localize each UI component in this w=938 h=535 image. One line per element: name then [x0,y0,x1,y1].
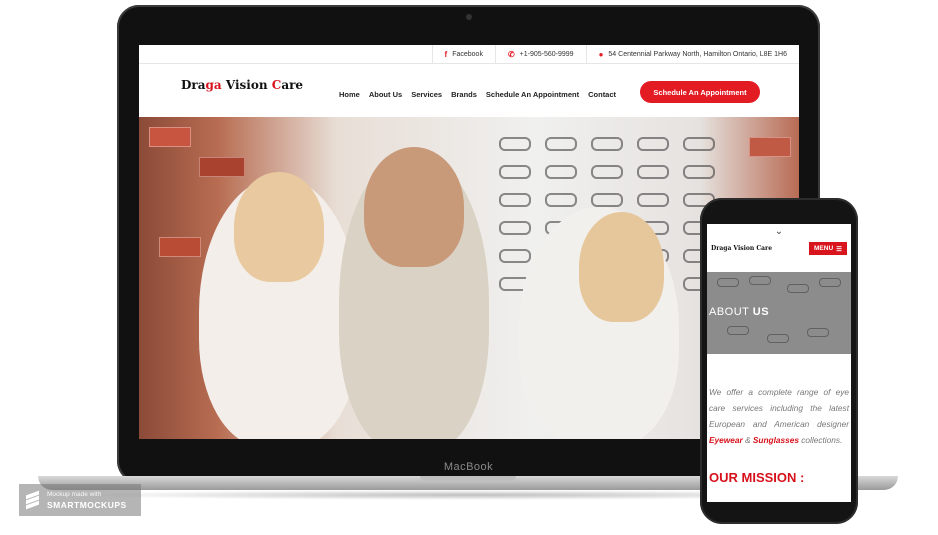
phone-link[interactable]: ✆ +1-905-560-9999 [494,45,586,63]
watermark-brand: SMARTMOCKUPS [47,500,127,510]
man-head [364,147,464,267]
about-and: & [742,435,753,445]
phone-menu-label: MENU [814,245,834,252]
about-text-end: collections. [798,435,843,445]
phone-menu-button[interactable]: MENU ☰ [809,242,847,255]
nav-brands[interactable]: Brands [451,90,477,99]
location-pin-icon: ● [598,49,604,59]
main-nav: Home About Us Services Brands Schedule A… [339,90,616,99]
phone-frame: ⌄ Draga Vision Care MENU ☰ ABOUT US We o… [700,198,858,524]
logo-text-5: C [271,78,282,92]
phone-screen: ⌄ Draga Vision Care MENU ☰ ABOUT US We o… [707,224,851,502]
nav-about-us[interactable]: About Us [369,90,402,99]
about-heading-light: ABOUT [709,306,753,318]
mission-heading: OUR MISSION : [709,470,805,485]
site-topbar: f Facebook ✆ +1-905-560-9999 ● 54 Centen… [139,45,799,64]
glasses-pattern [727,326,749,335]
nav-contact[interactable]: Contact [588,90,616,99]
facebook-label: Facebook [452,50,483,58]
brick [149,127,191,147]
facebook-icon: f [444,49,448,59]
about-us-heading: ABOUT US [709,306,769,318]
logo-text-4: ision [234,78,272,92]
address-text: 54 Centennial Parkway North, Hamilton On… [608,50,787,58]
child-head [234,172,324,282]
about-eyewear: Eyewear [709,435,743,445]
facebook-link[interactable]: f Facebook [431,45,495,63]
logo-text-3: V [225,78,235,92]
nav-schedule[interactable]: Schedule An Appointment [486,90,579,99]
brick [159,237,201,257]
about-heading-bold: US [752,306,770,318]
chevron-down-icon[interactable]: ⌄ [707,226,851,237]
smartmockups-logo-icon [25,490,41,510]
about-sunglasses: Sunglasses [752,435,799,445]
logo-text-6: are [281,78,304,92]
address-link[interactable]: ● 54 Centennial Parkway North, Hamilton … [585,45,799,63]
logo-text-1: Dra [181,78,206,92]
phone-number: +1-905-560-9999 [519,50,574,58]
site-logo[interactable]: Draga Vision Care [181,78,303,92]
glasses-pattern [807,328,829,337]
glasses-pattern [767,334,789,343]
hamburger-icon: ☰ [836,245,842,253]
woman-head [579,212,664,322]
logo-text-2: ga [205,78,226,92]
smartmockups-watermark: Mockup made with SMARTMOCKUPS [19,484,141,516]
nav-home[interactable]: Home [339,90,360,99]
phone-icon: ✆ [507,49,515,59]
glasses-pattern [749,276,771,285]
glasses-pattern [819,278,841,287]
site-header: Draga Vision Care Home About Us Services… [139,64,799,116]
glasses-pattern [717,278,739,287]
laptop-notch [420,476,516,481]
phone-site-logo[interactable]: Draga Vision Care [711,245,772,252]
about-text-start: We offer a complete range of eye care se… [709,387,849,429]
glasses-pattern [787,284,809,293]
brick [749,137,791,157]
brick [199,157,245,177]
schedule-appointment-button[interactable]: Schedule An Appointment [640,81,760,103]
about-banner: ABOUT US [707,272,851,354]
watermark-small-text: Mockup made with [47,491,102,498]
laptop-camera [466,14,472,20]
about-paragraph: We offer a complete range of eye care se… [709,384,849,448]
nav-services[interactable]: Services [411,90,442,99]
